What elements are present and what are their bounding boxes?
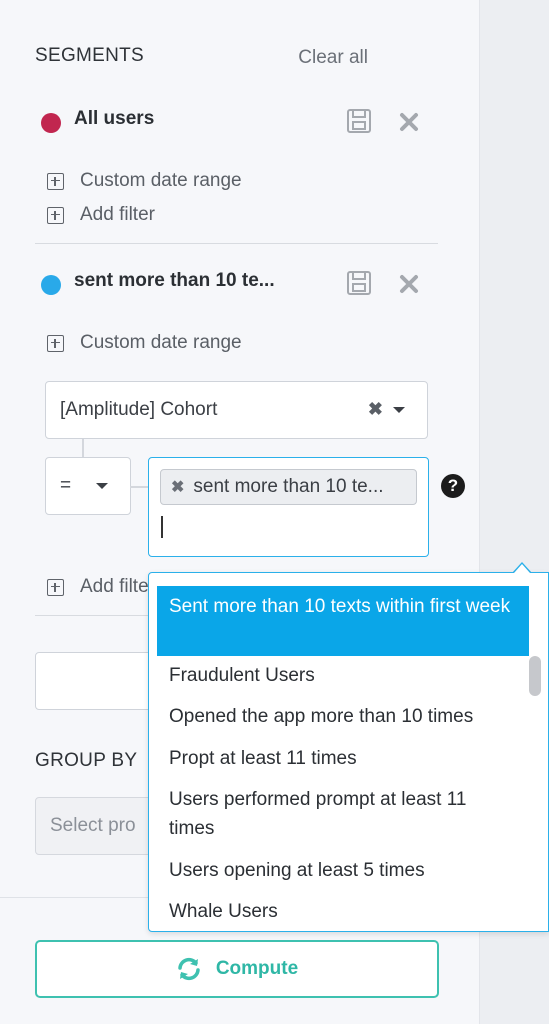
add-filter-label: Add filter: [80, 204, 155, 225]
save-icon[interactable]: [345, 107, 373, 135]
selected-cohort-chip: ✖ sent more than 10 te...: [160, 469, 417, 505]
compute-button[interactable]: Compute: [35, 940, 439, 998]
segment-color-dot: [41, 275, 61, 295]
dropdown-option[interactable]: Users performed prompt at least 11 times: [157, 785, 529, 843]
dropdown-pointer-inner: [514, 564, 530, 573]
segments-title: SEGMENTS: [35, 45, 145, 66]
operator-select[interactable]: =: [45, 457, 131, 515]
dropdown-option[interactable]: Fraudulent Users: [157, 661, 529, 690]
property-select[interactable]: [Amplitude] Cohort ✖: [45, 381, 428, 439]
add-filter-label: Add filte: [80, 576, 149, 597]
selected-cohort-label: sent more than 10 te...: [193, 476, 384, 497]
segment-row-all-users: All users: [35, 107, 438, 137]
clear-all-link[interactable]: Clear all: [298, 47, 368, 69]
cohort-value-input[interactable]: ✖ sent more than 10 te...: [148, 457, 429, 557]
delete-icon[interactable]: [397, 272, 421, 296]
remove-chip-icon[interactable]: ✖: [171, 477, 184, 497]
segment-row-cohort: sent more than 10 te...: [35, 269, 438, 299]
custom-date-range-button[interactable]: Custom date range: [47, 168, 242, 194]
segment-divider: [35, 243, 438, 244]
add-filter-button[interactable]: Add filter: [47, 202, 155, 228]
filter-connector: [82, 439, 84, 458]
cohort-dropdown-list: Sent more than 10 texts within first wee…: [148, 572, 549, 932]
segment-color-dot: [41, 113, 61, 133]
dropdown-option[interactable]: Sent more than 10 texts within first wee…: [157, 586, 529, 656]
dropdown-option[interactable]: Users opening at least 5 times: [157, 856, 529, 885]
segment-name[interactable]: All users: [74, 108, 154, 130]
custom-date-range-button[interactable]: Custom date range: [47, 330, 242, 356]
plus-box-icon: [47, 172, 64, 190]
filter-connector: [130, 486, 148, 488]
chevron-down-icon[interactable]: [96, 483, 108, 489]
compute-label: Compute: [215, 958, 299, 979]
plus-box-icon: [47, 578, 64, 596]
plus-box-icon: [47, 206, 64, 224]
dropdown-option[interactable]: Opened the app more than 10 times: [157, 702, 529, 731]
property-select-value: [Amplitude] Cohort: [60, 399, 218, 420]
save-icon[interactable]: [345, 269, 373, 297]
refresh-icon: [178, 957, 200, 981]
delete-icon[interactable]: [397, 110, 421, 134]
custom-date-range-label: Custom date range: [80, 332, 242, 353]
dropdown-option[interactable]: Propt at least 11 times: [157, 744, 529, 773]
plus-box-icon: [47, 334, 64, 352]
operator-select-value: =: [60, 475, 72, 496]
dropdown-scrollbar[interactable]: [529, 656, 541, 696]
custom-date-range-label: Custom date range: [80, 170, 242, 191]
add-filter-button[interactable]: Add filte: [47, 574, 149, 600]
text-cursor: [161, 516, 163, 538]
group-by-placeholder: Select pro: [50, 815, 136, 836]
segment-name[interactable]: sent more than 10 te...: [74, 270, 275, 292]
chevron-down-icon[interactable]: [393, 407, 405, 413]
clear-property-icon[interactable]: ✖: [368, 399, 383, 420]
dropdown-option[interactable]: Whale Users: [157, 897, 529, 926]
help-icon[interactable]: ?: [441, 474, 465, 498]
group-by-title: GROUP BY: [35, 750, 138, 771]
segment-divider: [35, 615, 148, 616]
